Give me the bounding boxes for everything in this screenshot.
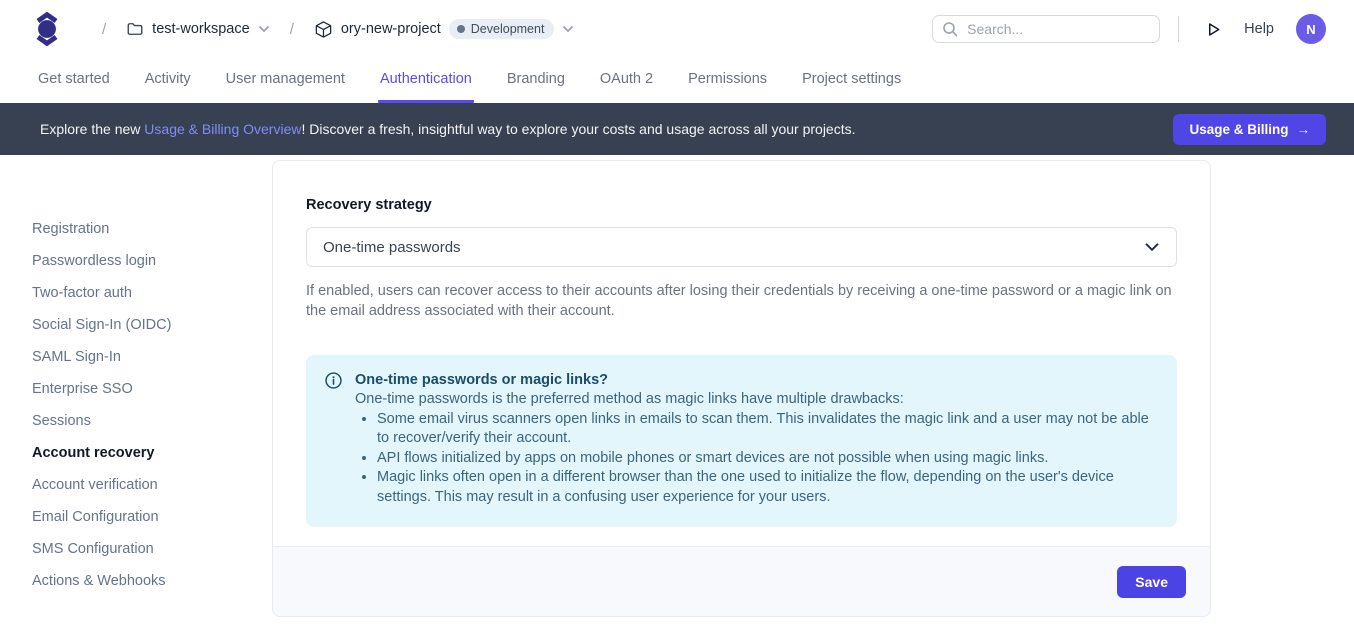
save-button[interactable]: Save [1117, 566, 1186, 598]
card-footer: Save [273, 546, 1210, 616]
banner-text-prefix: Explore the new [40, 121, 144, 137]
tab-project-settings[interactable]: Project settings [800, 58, 903, 103]
arrow-right-icon: → [1297, 122, 1311, 137]
sidebar-item-actions-webhooks[interactable]: Actions & Webhooks [32, 571, 272, 591]
header-divider [1178, 16, 1179, 42]
callout-content: One-time passwords or magic links? One-t… [355, 370, 1157, 507]
info-callout: One-time passwords or magic links? One-t… [306, 355, 1177, 527]
chevron-down-icon [1144, 242, 1160, 252]
chevron-down-icon [258, 25, 270, 33]
tab-permissions[interactable]: Permissions [686, 58, 769, 103]
header-actions: Help N [932, 14, 1326, 44]
sidebar-item-account-recovery[interactable]: Account recovery [32, 443, 272, 463]
recovery-strategy-selected-option: One-time passwords [323, 239, 461, 256]
sidebar-item-email-configuration[interactable]: Email Configuration [32, 507, 272, 527]
callout-bullet: API flows initialized by apps on mobile … [377, 449, 1157, 469]
tab-oauth2[interactable]: OAuth 2 [598, 58, 655, 103]
workspace-name: test-workspace [152, 21, 250, 37]
recovery-strategy-select[interactable]: One-time passwords [306, 227, 1177, 267]
project-name: ory-new-project [341, 21, 441, 37]
environment-badge: Development [449, 19, 555, 39]
content-area: Registration Passwordless login Two-fact… [0, 155, 1354, 625]
sidebar-item-registration[interactable]: Registration [32, 219, 272, 239]
user-avatar[interactable]: N [1296, 14, 1326, 44]
tab-user-management[interactable]: User management [224, 58, 347, 103]
play-button[interactable] [1201, 17, 1226, 42]
card-body: Recovery strategy One-time passwords If … [273, 161, 1210, 527]
callout-bullet: Magic links often open in a different br… [377, 468, 1157, 507]
sidebar-item-sessions[interactable]: Sessions [32, 411, 272, 431]
sidebar-item-passwordless-login[interactable]: Passwordless login [32, 251, 272, 271]
callout-intro: One-time passwords is the preferred meth… [355, 390, 1157, 410]
breadcrumb-separator: / [290, 21, 294, 38]
sidebar-item-account-verification[interactable]: Account verification [32, 475, 272, 495]
banner-text: Explore the new Usage & Billing Overview… [40, 121, 856, 137]
authentication-sidebar: Registration Passwordless login Two-fact… [0, 155, 272, 625]
breadcrumb-separator: / [102, 21, 106, 38]
folder-icon [126, 20, 144, 38]
environment-label: Development [471, 22, 545, 36]
help-link[interactable]: Help [1244, 21, 1274, 37]
usage-billing-overview-link[interactable]: Usage & Billing Overview [144, 121, 301, 137]
recovery-strategy-description: If enabled, users can recover access to … [306, 281, 1177, 321]
sidebar-item-saml-sign-in[interactable]: SAML Sign-In [32, 347, 272, 367]
top-header: / test-workspace / ory-new-project Devel… [0, 0, 1354, 58]
workspace-switcher[interactable]: test-workspace [126, 20, 270, 38]
usage-billing-button-label: Usage & Billing [1189, 122, 1288, 137]
search-input[interactable] [932, 15, 1160, 43]
tab-authentication[interactable]: Authentication [378, 58, 474, 103]
environment-dot-icon [457, 25, 465, 33]
info-icon [325, 372, 342, 389]
sidebar-item-sms-configuration[interactable]: SMS Configuration [32, 539, 272, 559]
tab-get-started[interactable]: Get started [36, 58, 112, 103]
project-nav-tabs: Get started Activity User management Aut… [0, 58, 1354, 103]
usage-billing-banner: Explore the new Usage & Billing Overview… [0, 103, 1354, 155]
sidebar-item-social-sign-in[interactable]: Social Sign-In (OIDC) [32, 315, 272, 335]
account-recovery-card: Recovery strategy One-time passwords If … [272, 160, 1211, 617]
package-icon [314, 20, 333, 39]
recovery-strategy-label: Recovery strategy [306, 197, 1177, 213]
ory-logo[interactable] [34, 12, 60, 46]
callout-bullet-list: Some email virus scanners open links in … [377, 410, 1157, 508]
usage-billing-button[interactable]: Usage & Billing → [1173, 114, 1326, 145]
sidebar-item-enterprise-sso[interactable]: Enterprise SSO [32, 379, 272, 399]
callout-title: One-time passwords or magic links? [355, 370, 1157, 390]
tab-activity[interactable]: Activity [143, 58, 193, 103]
chevron-down-icon [562, 25, 574, 33]
ory-logo-icon [34, 12, 60, 46]
tab-branding[interactable]: Branding [505, 58, 567, 103]
search-box [932, 15, 1160, 43]
search-icon [942, 21, 958, 37]
sidebar-item-two-factor-auth[interactable]: Two-factor auth [32, 283, 272, 303]
banner-text-suffix: ! Discover a fresh, insightful way to ex… [301, 121, 855, 137]
project-switcher[interactable]: ory-new-project Development [314, 19, 575, 39]
play-icon [1205, 21, 1222, 38]
callout-bullet: Some email virus scanners open links in … [377, 410, 1157, 449]
